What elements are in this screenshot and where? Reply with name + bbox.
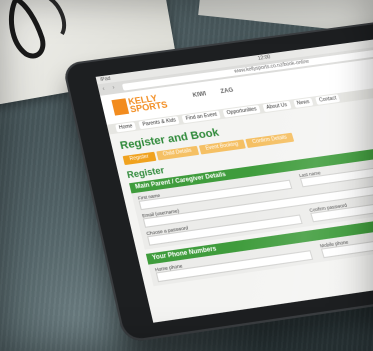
sponsor-logo-2: ZAG xyxy=(219,87,235,96)
sponsor-logo-1: KIWI xyxy=(192,91,208,99)
step-register[interactable]: Register xyxy=(122,151,157,166)
status-device: iPad xyxy=(99,75,112,83)
step-child-details[interactable]: Child Details xyxy=(155,145,199,161)
back-icon[interactable]: ‹ xyxy=(102,86,109,92)
step-event-booking[interactable]: Event Booking xyxy=(198,139,246,155)
eyeglasses xyxy=(6,0,72,64)
step-confirm[interactable]: Confirm Details xyxy=(245,132,295,149)
kelly-sports-logo-text[interactable]: KELLY SPORTS xyxy=(127,93,168,114)
status-time: 12:00 xyxy=(257,54,272,62)
forward-icon[interactable]: › xyxy=(112,85,119,91)
tablet-screen: iPad 12:00 ‹ › www.kellysports.co.nz/boo… xyxy=(95,33,373,323)
kelly-sports-logo-icon[interactable] xyxy=(111,98,130,116)
photo-scene: iPad 12:00 ‹ › www.kellysports.co.nz/boo… xyxy=(0,0,373,351)
